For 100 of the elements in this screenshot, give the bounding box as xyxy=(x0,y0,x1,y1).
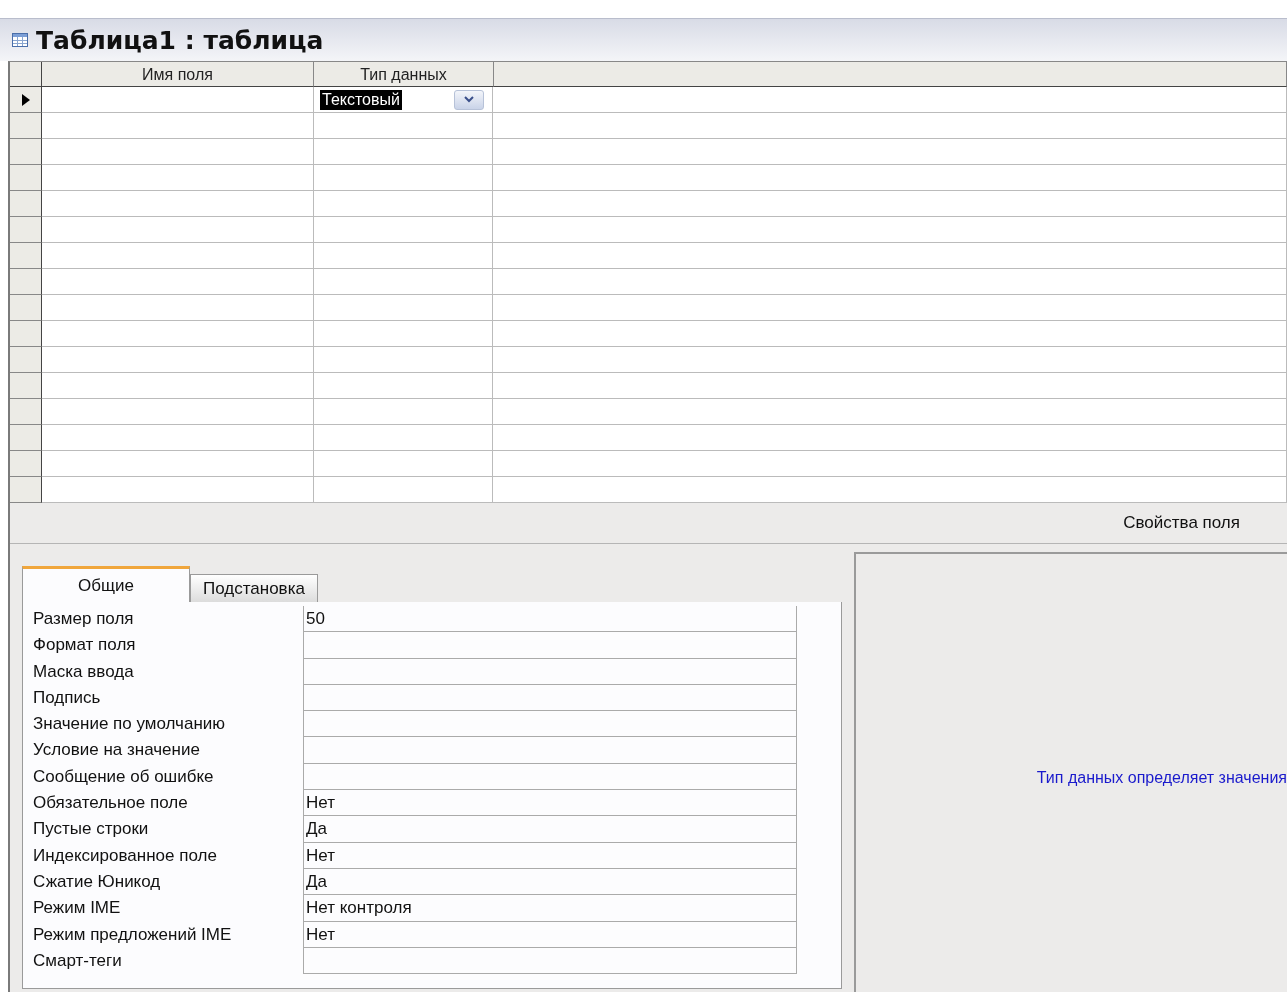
property-label: Маска ввода xyxy=(33,660,135,683)
grid-cell[interactable] xyxy=(493,347,1287,373)
table-icon xyxy=(12,33,28,47)
property-value-field[interactable]: 50 xyxy=(303,606,797,633)
window-title: Таблица1 : таблица xyxy=(36,25,324,55)
caret-icon xyxy=(464,96,474,103)
grid-cell[interactable] xyxy=(493,217,1287,243)
row-selector[interactable] xyxy=(10,113,42,139)
grid-cell[interactable] xyxy=(42,217,314,243)
grid-cell[interactable] xyxy=(314,399,493,425)
current-row-icon xyxy=(21,93,30,106)
row-selector[interactable] xyxy=(10,295,42,321)
grid-cell[interactable] xyxy=(42,451,314,477)
property-value-field[interactable] xyxy=(303,763,797,791)
grid-cell[interactable] xyxy=(314,269,493,295)
grid-cell[interactable] xyxy=(314,217,493,243)
grid-cell[interactable]: Текстовый xyxy=(314,87,493,113)
row-selector[interactable] xyxy=(10,477,42,503)
grid-cell[interactable] xyxy=(42,87,314,113)
property-value-field[interactable] xyxy=(303,658,797,685)
row-selector[interactable] xyxy=(10,139,42,165)
property-label: Обязательное поле xyxy=(33,792,189,815)
tab[interactable]: Общие xyxy=(22,566,190,602)
grid-cell[interactable] xyxy=(314,139,493,165)
grid-cell[interactable] xyxy=(314,425,493,451)
grid-cell[interactable] xyxy=(493,295,1287,321)
property-value-field[interactable]: Нет контроля xyxy=(303,895,797,922)
grid-cell[interactable] xyxy=(314,451,493,477)
grid-cell[interactable] xyxy=(42,139,314,165)
row-selector[interactable] xyxy=(10,373,42,399)
grid-cell[interactable] xyxy=(493,87,1287,113)
property-label: Размер поля xyxy=(33,608,135,630)
tab[interactable]: Подстановка xyxy=(190,574,318,602)
row-selector[interactable] xyxy=(10,269,42,295)
grid-cell[interactable] xyxy=(42,399,314,425)
grid-cell[interactable] xyxy=(493,321,1287,347)
property-label: Условие на значение xyxy=(33,739,201,762)
row-selector[interactable] xyxy=(10,451,42,477)
grid-cell[interactable] xyxy=(314,373,493,399)
property-value-field[interactable] xyxy=(303,684,797,712)
property-value-field[interactable]: Да xyxy=(303,868,797,896)
row-selector[interactable] xyxy=(10,399,42,425)
column-header: Имя поля xyxy=(42,62,314,87)
property-value-field[interactable]: Нет xyxy=(303,790,797,817)
grid-cell[interactable] xyxy=(314,321,493,347)
grid-cell[interactable] xyxy=(493,373,1287,399)
grid-cell[interactable] xyxy=(314,243,493,269)
property-value-field[interactable]: Нет xyxy=(303,921,797,948)
row-selector[interactable] xyxy=(10,191,42,217)
grid-cell[interactable] xyxy=(42,191,314,217)
grid-cell[interactable] xyxy=(42,295,314,321)
data-type-value[interactable]: Текстовый xyxy=(320,89,402,110)
corner-cell[interactable] xyxy=(10,62,42,87)
grid-cell[interactable] xyxy=(493,269,1287,295)
grid-cell[interactable] xyxy=(493,165,1287,191)
dropdown-button[interactable] xyxy=(454,89,484,110)
property-label: Пустые строки xyxy=(33,818,150,841)
grid-cell[interactable] xyxy=(42,321,314,347)
grid-cell[interactable] xyxy=(493,243,1287,269)
row-selector[interactable] xyxy=(10,87,42,113)
property-label: Сжатие Юникод xyxy=(33,870,162,893)
row-selector[interactable] xyxy=(10,425,42,451)
row-selector[interactable] xyxy=(10,165,42,191)
help-text: Тип данных определяет значения xyxy=(1036,769,1287,787)
row-selector[interactable] xyxy=(10,347,42,373)
grid-cell[interactable] xyxy=(42,425,314,451)
property-label: Режим IME xyxy=(33,897,122,920)
grid-cell[interactable] xyxy=(314,477,493,503)
grid-cell[interactable] xyxy=(42,113,314,139)
grid-cell[interactable] xyxy=(314,191,493,217)
grid-cell[interactable] xyxy=(493,425,1287,451)
property-value-field[interactable] xyxy=(303,632,797,659)
grid-cell[interactable] xyxy=(493,451,1287,477)
column-header: Тип данных xyxy=(314,62,494,87)
property-label: Подпись xyxy=(33,686,102,709)
grid-cell[interactable] xyxy=(314,165,493,191)
grid-cell[interactable] xyxy=(42,373,314,399)
property-value-field[interactable] xyxy=(303,947,797,975)
property-value-field[interactable] xyxy=(303,737,797,764)
property-label: Смарт-теги xyxy=(33,949,123,972)
row-selector[interactable] xyxy=(10,321,42,347)
grid-cell[interactable] xyxy=(314,295,493,321)
property-value-field[interactable] xyxy=(303,711,797,738)
grid-cell[interactable] xyxy=(42,269,314,295)
grid-cell[interactable] xyxy=(42,165,314,191)
row-selector[interactable] xyxy=(10,243,42,269)
grid-cell[interactable] xyxy=(493,399,1287,425)
grid-cell[interactable] xyxy=(314,113,493,139)
grid-cell[interactable] xyxy=(493,139,1287,165)
row-selector[interactable] xyxy=(10,217,42,243)
grid-cell[interactable] xyxy=(42,477,314,503)
grid-cell[interactable] xyxy=(42,347,314,373)
property-label: Значение по умолчанию xyxy=(33,713,227,736)
grid-cell[interactable] xyxy=(493,191,1287,217)
property-value-field[interactable]: Да xyxy=(303,816,797,843)
grid-cell[interactable] xyxy=(42,243,314,269)
grid-cell[interactable] xyxy=(493,477,1287,503)
grid-cell[interactable] xyxy=(493,113,1287,139)
property-value-field[interactable]: Нет xyxy=(303,842,797,869)
grid-cell[interactable] xyxy=(314,347,493,373)
